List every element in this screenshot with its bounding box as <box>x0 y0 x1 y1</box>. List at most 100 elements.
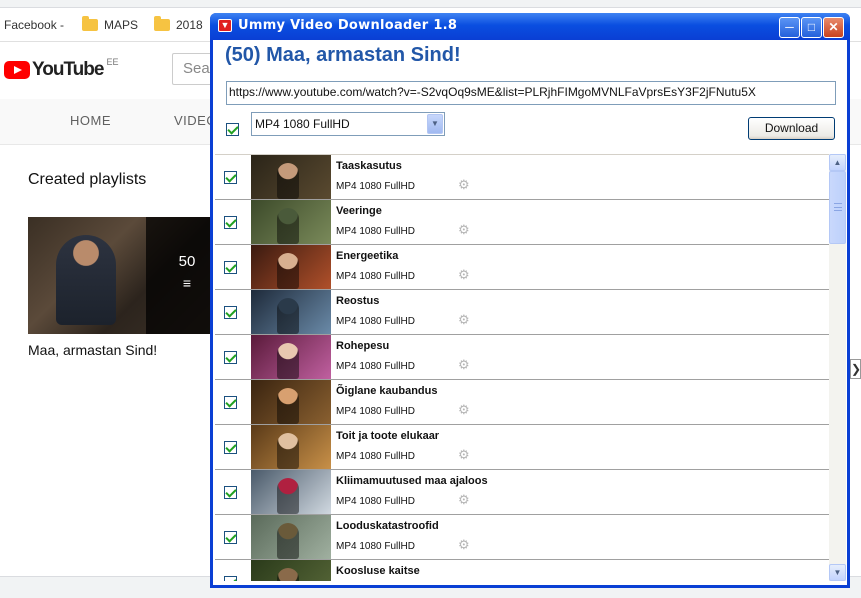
video-title: Kliimamuutused maa ajaloos <box>336 475 488 487</box>
close-button[interactable]: ✕ <box>823 17 844 38</box>
video-row[interactable]: Reostus MP4 1080 FullHD ⚙ <box>215 290 829 335</box>
video-thumbnail <box>251 470 331 514</box>
video-format: MP4 1080 FullHD <box>336 226 415 237</box>
youtube-logo-text: YouTube <box>32 59 104 80</box>
video-checkbox[interactable] <box>224 351 237 364</box>
video-format: MP4 1080 FullHD <box>336 541 415 552</box>
video-thumbnail <box>251 290 331 334</box>
gear-icon[interactable]: ⚙ <box>458 493 470 506</box>
video-title: Looduskatastroofid <box>336 520 439 532</box>
format-dropdown[interactable]: MP4 1080 FullHD ▼ <box>251 112 445 136</box>
thumbnail-figure <box>277 388 299 424</box>
bookmark-2018[interactable]: 2018 <box>154 16 203 32</box>
thumbnail-figure <box>277 163 299 199</box>
minimize-button[interactable]: ─ <box>779 17 800 38</box>
gear-icon[interactable]: ⚙ <box>458 538 470 551</box>
video-title: Koosluse kaitse <box>336 565 420 577</box>
thumbnail-figure <box>277 478 299 514</box>
gear-icon[interactable]: ⚙ <box>458 268 470 281</box>
playlist-title[interactable]: Maa, armastan Sind! <box>28 342 157 358</box>
youtube-country-code: EE <box>106 57 119 67</box>
video-thumbnail <box>251 425 331 469</box>
bookmark-maps[interactable]: MAPS <box>82 16 139 32</box>
url-input[interactable]: https://www.youtube.com/watch?v=-S2vqOq9… <box>226 81 836 105</box>
maximize-button[interactable]: □ <box>801 17 822 38</box>
video-format: MP4 1080 FullHD <box>336 496 415 507</box>
video-row[interactable]: Koosluse kaitseMP4 1080 FullHD⚙ <box>215 560 829 581</box>
select-all-checkbox[interactable] <box>226 123 239 136</box>
video-format: MP4 1080 FullHD <box>336 316 415 327</box>
chevron-down-icon[interactable]: ▼ <box>427 114 443 134</box>
bookmark-maps-label: MAPS <box>104 18 139 32</box>
download-button[interactable]: Download <box>748 117 835 140</box>
video-checkbox[interactable] <box>224 531 237 544</box>
video-title: Toit ja toote elukaar <box>336 430 440 442</box>
app-icon: ▼ <box>218 19 232 32</box>
video-checkbox[interactable] <box>224 486 237 499</box>
video-thumbnail <box>251 155 331 199</box>
bookmark-facebook[interactable]: Facebook - <box>4 18 64 32</box>
scroll-thumb[interactable] <box>829 171 846 244</box>
video-title: Õiglane kaubandus <box>336 385 438 397</box>
thumbnail-figure <box>277 253 299 289</box>
video-title: Reostus <box>336 295 380 307</box>
scroll-up-icon[interactable]: ▲ <box>829 154 846 171</box>
gear-icon[interactable]: ⚙ <box>458 358 470 371</box>
video-row[interactable]: Rohepesu MP4 1080 FullHD ⚙ <box>215 335 829 380</box>
video-title: Veeringe <box>336 205 382 217</box>
thumbnail-figure <box>277 433 299 469</box>
gear-icon[interactable]: ⚙ <box>458 448 470 461</box>
video-checkbox[interactable] <box>224 171 237 184</box>
video-row[interactable]: Kliimamuutused maa ajaloos MP4 1080 FullH… <box>215 470 829 515</box>
browser-tabstrip <box>0 0 861 8</box>
video-thumbnail <box>251 515 331 559</box>
youtube-logo[interactable]: YouTube EE <box>4 57 119 81</box>
video-thumbnail <box>251 245 331 289</box>
video-checkbox[interactable] <box>224 576 237 581</box>
video-thumbnail <box>251 200 331 244</box>
video-thumbnail <box>251 335 331 379</box>
maximize-icon: □ <box>807 20 816 34</box>
vertical-scrollbar[interactable]: ▲ ▼ <box>829 154 846 581</box>
gear-icon[interactable]: ⚙ <box>458 178 470 191</box>
video-row[interactable]: Toit ja toote elukaar MP4 1080 FullHD ⚙ <box>215 425 829 470</box>
gear-icon[interactable]: ⚙ <box>458 403 470 416</box>
folder-icon <box>154 16 170 31</box>
page-title: (50) Maa, armastan Sind! <box>225 44 461 66</box>
video-row[interactable]: Taaskasutus MP4 1080 FullHD ⚙ <box>215 155 829 200</box>
section-title: Created playlists <box>28 171 147 188</box>
video-checkbox[interactable] <box>224 396 237 409</box>
format-dropdown-value: MP4 1080 FullHD <box>255 117 350 131</box>
video-checkbox[interactable] <box>224 261 237 274</box>
bookmark-facebook-label: Facebook - <box>4 18 65 32</box>
thumbnail-figure <box>277 343 299 379</box>
video-row[interactable]: Looduskatastroofid MP4 1080 FullHD ⚙ <box>215 515 829 560</box>
video-checkbox[interactable] <box>224 441 237 454</box>
video-format: MP4 1080 FullHD <box>336 271 415 282</box>
gear-icon[interactable]: ⚙ <box>458 313 470 326</box>
video-format: MP4 1080 FullHD <box>336 406 415 417</box>
video-thumbnail <box>251 560 331 581</box>
video-row[interactable]: Õiglane kaubandus MP4 1080 FullHD ⚙ <box>215 380 829 425</box>
video-format: MP4 1080 FullHD <box>336 181 415 192</box>
thumbnail-figure <box>277 208 299 244</box>
window-titlebar[interactable]: ▼ Ummy Video Downloader 1.8 ─ □ ✕ <box>210 13 850 40</box>
tab-home[interactable]: HOME <box>70 113 111 128</box>
close-icon[interactable]: ❯ <box>850 359 861 379</box>
playlist-thumbnail[interactable]: 50 ≡ <box>28 217 228 334</box>
video-format: MP4 1080 FullHD <box>336 361 415 372</box>
youtube-play-icon <box>4 61 30 79</box>
video-row[interactable]: Veeringe MP4 1080 FullHD ⚙ <box>215 200 829 245</box>
video-checkbox[interactable] <box>224 306 237 319</box>
folder-icon <box>82 16 98 31</box>
thumbnail-figure <box>277 523 299 559</box>
window-client-area: (50) Maa, armastan Sind! https://www.you… <box>213 40 847 585</box>
close-icon: ✕ <box>828 20 839 34</box>
scroll-grip-icon <box>834 203 842 211</box>
video-row[interactable]: Energeetika MP4 1080 FullHD ⚙ <box>215 245 829 290</box>
gear-icon[interactable]: ⚙ <box>458 223 470 236</box>
video-checkbox[interactable] <box>224 216 237 229</box>
video-title: Energeetika <box>336 250 399 262</box>
video-list: Taaskasutus MP4 1080 FullHD ⚙ Veeringe MP4 1… <box>215 154 829 581</box>
scroll-down-icon[interactable]: ▼ <box>829 564 846 581</box>
